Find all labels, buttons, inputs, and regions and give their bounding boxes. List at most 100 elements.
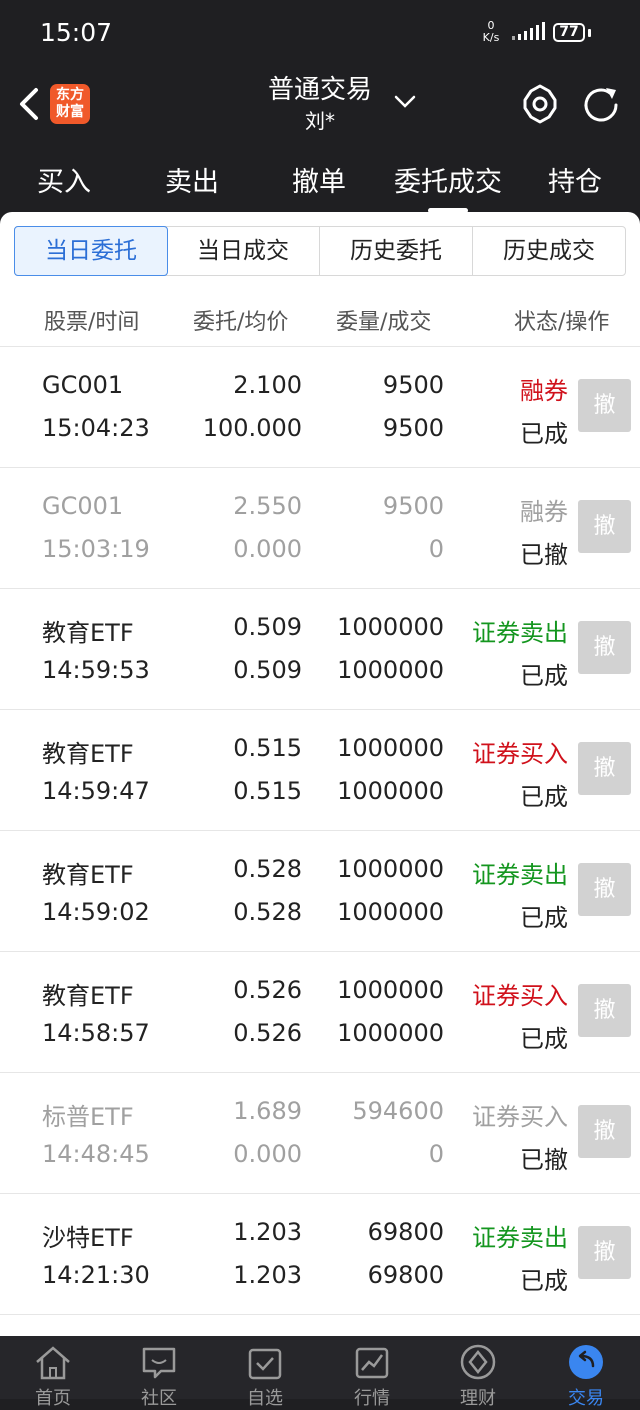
filled-qty: 1000000 bbox=[337, 656, 444, 684]
app-header: 东方财富 普通交易 刘* bbox=[0, 64, 640, 154]
order-status: 已成 bbox=[520, 1025, 568, 1053]
cancel-button[interactable]: 撤 bbox=[578, 1226, 631, 1279]
tab-positions[interactable]: 持仓 bbox=[545, 160, 605, 199]
stock-name: 标普ETF bbox=[42, 1103, 134, 1131]
order-qty: 1000000 bbox=[337, 855, 444, 883]
order-status: 已撤 bbox=[520, 541, 568, 569]
order-time: 14:21:30 bbox=[42, 1261, 150, 1289]
segment-history-orders[interactable]: 历史委托 bbox=[320, 227, 473, 275]
cancel-button[interactable]: 撤 bbox=[578, 742, 631, 795]
order-price: 2.100 bbox=[233, 371, 302, 399]
segment-today-orders[interactable]: 当日委托 bbox=[14, 226, 168, 276]
order-row[interactable]: 教育ETF 14:59:53 0.509 0.509 1000000 1000000 证券卖… bbox=[0, 589, 640, 710]
home-icon bbox=[36, 1346, 70, 1380]
avg-price: 1.203 bbox=[233, 1261, 302, 1289]
order-qty: 594600 bbox=[352, 1097, 444, 1125]
status-time: 15:07 bbox=[40, 18, 113, 47]
order-type: 证券买入 bbox=[472, 1103, 568, 1131]
filled-qty: 1000000 bbox=[337, 777, 444, 805]
cancel-button[interactable]: 撤 bbox=[578, 379, 631, 432]
trade-icon bbox=[569, 1345, 603, 1379]
gear-icon[interactable] bbox=[520, 84, 560, 124]
cancel-button[interactable]: 撤 bbox=[578, 984, 631, 1037]
signal-icon bbox=[512, 22, 545, 40]
tab-orders-trades[interactable]: 委托成交 bbox=[388, 160, 508, 213]
order-qty: 69800 bbox=[367, 1218, 444, 1246]
order-row[interactable]: 教育ETF 14:59:47 0.515 0.515 1000000 1000000 证券买… bbox=[0, 710, 640, 831]
order-type: 融券 bbox=[520, 377, 568, 405]
order-row[interactable]: 教育ETF 14:59:02 0.528 0.528 1000000 1000000 证券卖… bbox=[0, 831, 640, 952]
order-type: 证券买入 bbox=[472, 982, 568, 1010]
order-type: 证券买入 bbox=[472, 740, 568, 768]
segment-control: 当日委托 当日成交 历史委托 历史成交 bbox=[14, 226, 626, 276]
market-chart-icon bbox=[355, 1347, 389, 1379]
order-time: 15:03:19 bbox=[42, 535, 150, 563]
filled-qty: 1000000 bbox=[337, 898, 444, 926]
battery-icon: 77 bbox=[553, 23, 585, 42]
stock-name: 教育ETF bbox=[42, 861, 134, 889]
column-header: 股票/时间 委托/均价 委量/成交 状态/操作 bbox=[0, 290, 640, 347]
avg-price: 100.000 bbox=[202, 414, 302, 442]
chevron-down-icon[interactable] bbox=[393, 94, 417, 110]
nav-watchlist[interactable]: 自选 bbox=[225, 1344, 305, 1410]
nav-wealth[interactable]: 理财 bbox=[438, 1344, 518, 1410]
order-row[interactable]: 教育ETF 14:58:57 0.526 0.526 1000000 1000000 证券买… bbox=[0, 952, 640, 1073]
segment-today-trades[interactable]: 当日成交 bbox=[167, 227, 320, 275]
bottom-nav: 首页 社区 自选 行情 理财 交易 bbox=[0, 1336, 640, 1409]
avg-price: 0.526 bbox=[233, 1019, 302, 1047]
order-row[interactable]: GC001 15:04:23 2.100 100.000 9500 9500 融券 已成撤 bbox=[0, 347, 640, 468]
avg-price: 0.000 bbox=[233, 1140, 302, 1168]
stock-name: 教育ETF bbox=[42, 740, 134, 768]
filled-qty: 0 bbox=[428, 1140, 444, 1168]
chat-icon bbox=[142, 1347, 176, 1379]
trade-tabs: 买入 卖出 撤单 委托成交 持仓 bbox=[0, 154, 640, 213]
stock-name: 教育ETF bbox=[42, 619, 134, 647]
order-time: 14:59:02 bbox=[42, 898, 150, 926]
order-price: 0.509 bbox=[233, 613, 302, 641]
avg-price: 0.000 bbox=[233, 535, 302, 563]
nav-market[interactable]: 行情 bbox=[332, 1344, 412, 1410]
orders-panel: 当日委托 当日成交 历史委托 历史成交 股票/时间 委托/均价 委量/成交 状态… bbox=[0, 212, 640, 1336]
cancel-button[interactable]: 撤 bbox=[578, 621, 631, 674]
order-qty: 1000000 bbox=[337, 734, 444, 762]
cancel-button[interactable]: 撤 bbox=[578, 500, 631, 553]
order-status: 已成 bbox=[520, 420, 568, 448]
segment-history-trades[interactable]: 历史成交 bbox=[473, 227, 625, 275]
order-status: 已成 bbox=[520, 1267, 568, 1295]
wealth-icon bbox=[460, 1344, 496, 1380]
cancel-button[interactable]: 撤 bbox=[578, 863, 631, 916]
stock-name: GC001 bbox=[42, 492, 124, 520]
order-price: 0.526 bbox=[233, 976, 302, 1004]
order-row[interactable]: 沙特ETF 14:21:30 1.203 1.203 69800 69800 证券卖出 已成撤 bbox=[0, 1194, 640, 1315]
order-price: 0.528 bbox=[233, 855, 302, 883]
cancel-button[interactable]: 撤 bbox=[578, 1105, 631, 1158]
order-status: 已撤 bbox=[520, 1146, 568, 1174]
tab-cancel-order[interactable]: 撤单 bbox=[289, 160, 349, 199]
battery-tip bbox=[588, 29, 591, 37]
order-row[interactable]: 标普ETF 14:48:45 1.689 0.000 594600 0 证券买入 已撤撤 bbox=[0, 1073, 640, 1194]
col-stock-time: 股票/时间 bbox=[44, 310, 140, 335]
col-qty-filled: 委量/成交 bbox=[336, 310, 432, 335]
nav-trade[interactable]: 交易 bbox=[546, 1344, 626, 1410]
order-qty: 9500 bbox=[382, 492, 444, 520]
filled-qty: 1000000 bbox=[337, 1019, 444, 1047]
col-status-action: 状态/操作 bbox=[514, 310, 610, 335]
status-bar: 15:07 0 K/s 77 bbox=[0, 0, 640, 64]
refresh-icon[interactable] bbox=[580, 84, 622, 126]
filled-qty: 69800 bbox=[367, 1261, 444, 1289]
order-time: 14:59:47 bbox=[42, 777, 150, 805]
col-price-avg: 委托/均价 bbox=[193, 310, 289, 335]
filled-qty: 0 bbox=[428, 535, 444, 563]
order-type: 融券 bbox=[520, 498, 568, 526]
order-time: 14:58:57 bbox=[42, 1019, 150, 1047]
avg-price: 0.515 bbox=[233, 777, 302, 805]
nav-community[interactable]: 社区 bbox=[119, 1344, 199, 1410]
tab-sell[interactable]: 卖出 bbox=[162, 160, 222, 199]
order-price: 2.550 bbox=[233, 492, 302, 520]
nav-home[interactable]: 首页 bbox=[13, 1344, 93, 1410]
tab-buy[interactable]: 买入 bbox=[34, 160, 94, 199]
order-qty: 1000000 bbox=[337, 613, 444, 641]
order-status: 已成 bbox=[520, 904, 568, 932]
order-row[interactable]: GC001 15:03:19 2.550 0.000 9500 0 融券已撤撤 bbox=[0, 468, 640, 589]
network-speed: 0 K/s bbox=[482, 19, 500, 44]
